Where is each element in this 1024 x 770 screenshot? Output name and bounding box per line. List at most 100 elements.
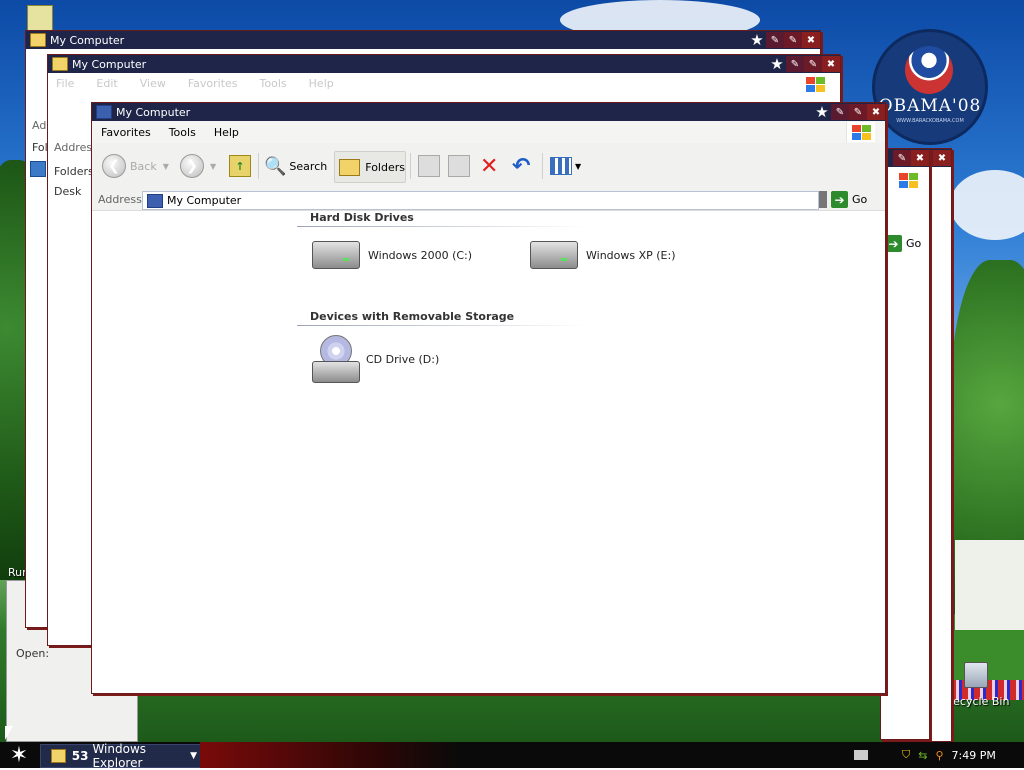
ie-icon (30, 161, 46, 177)
go-label: Go (852, 193, 868, 206)
menu-item[interactable]: Favorites (188, 77, 238, 90)
minimize-button[interactable]: ✎ (831, 104, 849, 120)
drive-item-e[interactable]: Windows XP (E:) (530, 241, 676, 269)
folders-button[interactable]: Folders (334, 151, 406, 183)
white-house (955, 540, 1024, 630)
drive-label: CD Drive (D:) (366, 352, 440, 366)
address-bar: Address My Computer ➔ Go (92, 189, 885, 211)
windows-logo-icon (850, 123, 872, 141)
undo-icon: ↶ (512, 153, 531, 179)
chevron-down-icon: ▼ (210, 161, 217, 171)
right-window-1[interactable]: ✎ ✖ ➔ Go (880, 148, 930, 740)
forward-arrow-icon: ❯ (180, 154, 204, 178)
explorer-window-main[interactable]: My Computer ★ ✎ ✎ ✖ Favorites Tools Help… (91, 102, 886, 694)
address-value: My Computer (167, 194, 242, 207)
go-button[interactable]: ➔ Go (831, 190, 881, 209)
recycle-bin-icon[interactable] (960, 656, 990, 688)
maximize-button[interactable]: ✎ (849, 104, 867, 120)
group-divider (297, 226, 587, 227)
pin-star-icon[interactable]: ★ (813, 103, 831, 121)
menu-favorites[interactable]: Favorites (92, 126, 160, 139)
clock[interactable]: 7:49 PM (952, 749, 996, 762)
menu-item[interactable]: File (56, 77, 74, 90)
menu-item[interactable]: Help (309, 77, 334, 90)
move-to-button[interactable] (418, 151, 440, 181)
drive-label: Windows XP (E:) (586, 248, 676, 262)
hard-drive-icon (312, 241, 360, 269)
menu-item[interactable]: Edit (96, 77, 117, 90)
chevron-down-icon: ▼ (575, 161, 582, 171)
minimize-button[interactable]: ✎ (786, 56, 804, 72)
menu-item[interactable]: View (140, 77, 166, 90)
pin-star-icon[interactable]: ★ (768, 55, 786, 73)
close-button[interactable]: ✖ (822, 56, 840, 72)
task-count: 53 (71, 749, 89, 763)
up-folder-button[interactable]: ↑ (229, 151, 251, 181)
start-button[interactable]: ✶ (0, 742, 38, 768)
my-computer-icon (147, 193, 163, 208)
task-label: Windows Explorer (92, 742, 147, 770)
hard-drive-icon (530, 241, 578, 269)
go-arrow-icon: ➔ (885, 235, 902, 252)
desktop-tree-item[interactable]: Desk (54, 185, 81, 198)
maximize-button[interactable]: ✎ (784, 32, 802, 48)
menu-help[interactable]: Help (205, 126, 248, 139)
taskbar-group-button[interactable]: 53 Windows Explorer ▼ (40, 742, 202, 770)
drive-label: Windows 2000 (C:) (368, 248, 473, 262)
start-star-icon: ✶ (9, 742, 29, 768)
folder-icon (30, 33, 46, 47)
keyboard-icon[interactable] (854, 750, 868, 760)
drive-item-c[interactable]: Windows 2000 (C:) (312, 241, 472, 269)
search-button[interactable]: 🔍 Search (264, 151, 327, 181)
group-heading-removable: Devices with Removable Storage (310, 310, 515, 323)
system-tray: ⛉ ⇆ ⚲ 7:49 PM (854, 742, 1024, 768)
close-button[interactable]: ✖ (867, 104, 885, 120)
search-icon[interactable]: ⚲ (935, 749, 943, 762)
undo-button[interactable]: ↶ (512, 151, 530, 181)
address-input[interactable]: My Computer (142, 191, 819, 210)
window-title: My Computer (50, 33, 125, 47)
window-title: My Computer (72, 57, 147, 71)
close-button[interactable]: ✖ (802, 32, 820, 48)
maximize-button[interactable]: ✎ (804, 56, 822, 72)
obama-text: OBAMA'08 (878, 96, 982, 116)
recycle-bin-label: Recycle Bin (946, 695, 1010, 708)
chevron-down-icon: ▼ (162, 161, 169, 171)
back-label: Back (130, 159, 157, 173)
back-button[interactable]: ❮ Back ▼ (102, 151, 169, 181)
address-dropdown[interactable] (819, 191, 827, 208)
menu-tools[interactable]: Tools (160, 126, 205, 139)
mouse-pointer-icon (5, 726, 13, 740)
forward-button[interactable]: ❯ ▼ (180, 151, 216, 181)
views-icon (550, 157, 572, 175)
chevron-down-icon: ▼ (190, 751, 197, 761)
move-to-icon (418, 155, 440, 177)
desktop-shortcut-icon[interactable] (27, 5, 53, 31)
group-heading-hard-disks: Hard Disk Drives (310, 211, 414, 224)
delete-x-icon: ✕ (480, 153, 499, 179)
back-arrow-icon: ❮ (102, 154, 126, 178)
window-title: My Computer (116, 105, 191, 119)
copy-to-icon (448, 155, 470, 177)
folders-label: Folders (365, 160, 405, 174)
menu-item[interactable]: Tools (260, 77, 287, 90)
drive-item-d[interactable]: CD Drive (D:) (312, 335, 439, 383)
views-button[interactable]: ▼ (550, 151, 581, 181)
delete-button[interactable]: ✕ (480, 151, 498, 181)
network-icon[interactable]: ⇆ (918, 749, 927, 762)
windows-logo-icon (804, 75, 826, 93)
content-pane: Hard Disk Drives Windows 2000 (C:) Windo… (92, 211, 885, 693)
my-computer-icon (96, 105, 112, 119)
toolbar: ❮ Back ▼ ❯ ▼ ↑ 🔍 Search Folders ✕ ↶ ▼ (92, 143, 885, 190)
windows-logo-icon (897, 171, 919, 189)
search-label: Search (289, 159, 328, 173)
taskbar-decoration (200, 742, 460, 768)
shield-icon[interactable]: ⛉ (902, 748, 910, 762)
go-button-label[interactable]: Go (906, 237, 921, 250)
pin-star-icon[interactable]: ★ (748, 31, 766, 49)
folder-icon (52, 57, 68, 71)
copy-to-button[interactable] (448, 151, 470, 181)
address-label: Address (98, 193, 142, 206)
minimize-button[interactable]: ✎ (766, 32, 784, 48)
go-arrow-icon: ➔ (831, 191, 848, 208)
